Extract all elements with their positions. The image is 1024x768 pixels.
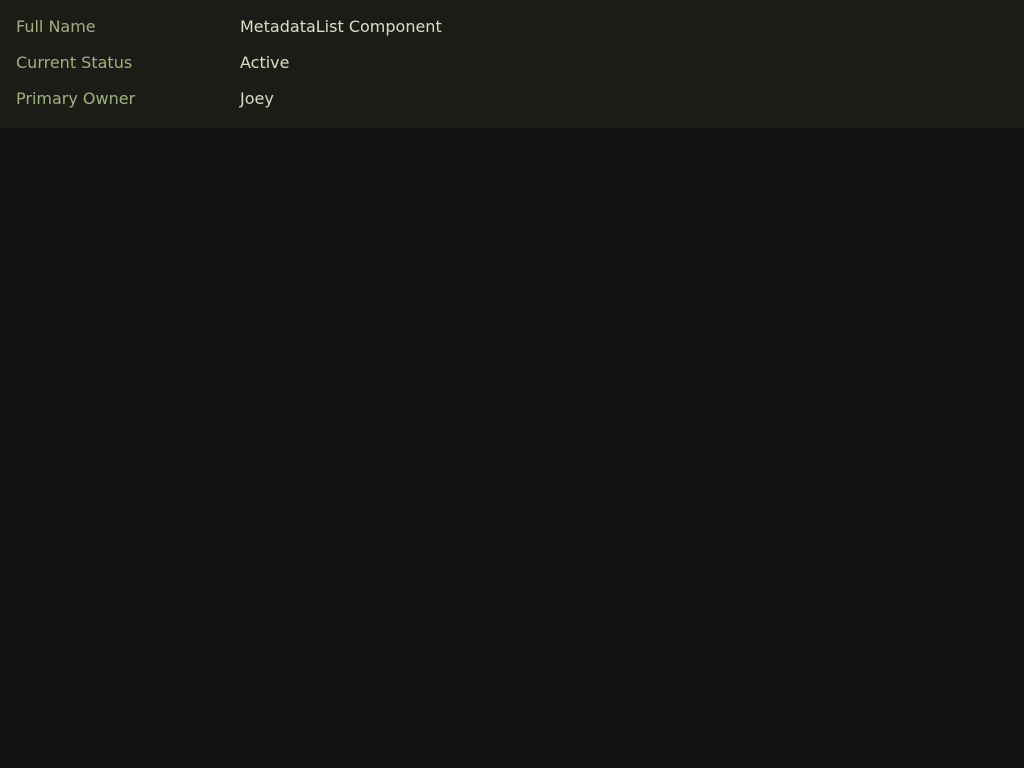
metadata-list: Full Name MetadataList Component Current… [0, 0, 1024, 128]
empty-content-area [0, 128, 1024, 768]
metadata-key: Primary Owner [16, 89, 136, 108]
metadata-key: Current Status [16, 53, 133, 72]
metadata-row-primary-owner: Primary Owner Joey [0, 81, 1024, 117]
metadata-key: Full Name [16, 17, 96, 36]
metadata-value: Joey [240, 89, 274, 108]
metadata-value: MetadataList Component [240, 17, 442, 36]
metadata-row-full-name: Full Name MetadataList Component [0, 9, 1024, 45]
metadata-value: Active [240, 53, 290, 72]
metadata-row-current-status: Current Status Active [0, 45, 1024, 81]
